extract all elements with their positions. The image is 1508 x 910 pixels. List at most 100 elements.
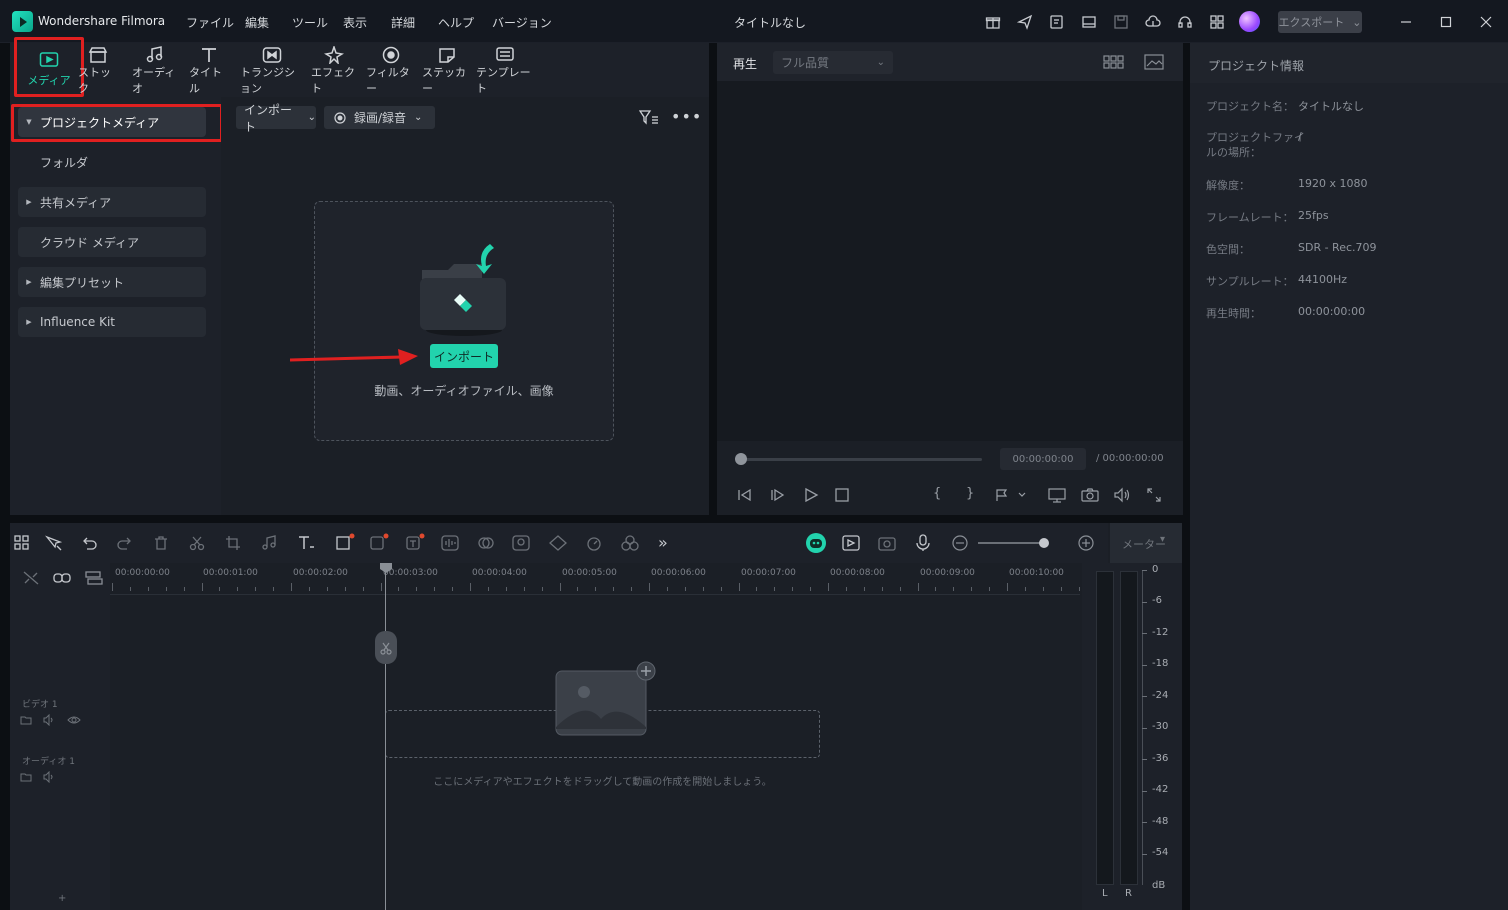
track-folder-icon[interactable] (20, 771, 32, 783)
track-mute-icon[interactable] (43, 771, 57, 783)
menu-edit[interactable]: 編集 (245, 14, 269, 31)
mask-icon[interactable] (477, 535, 495, 551)
tab-audio[interactable]: オーディオ (132, 46, 178, 95)
redo-icon[interactable] (117, 535, 133, 551)
delete-icon[interactable] (153, 535, 169, 551)
prev-frame-icon[interactable] (737, 487, 753, 503)
next-frame-icon[interactable] (770, 487, 786, 503)
playhead[interactable] (385, 563, 386, 910)
tab-sticker[interactable]: ステッカー (422, 46, 472, 95)
menu-version[interactable]: バージョン (492, 14, 552, 31)
playback-scrubber[interactable] (740, 458, 982, 461)
ruler-tick (792, 587, 794, 591)
record-dropdown[interactable]: 録画/録音 ⌄ (324, 106, 435, 129)
zoom-slider-handle[interactable] (1039, 538, 1049, 548)
tab-effect[interactable]: エフェクト (311, 46, 357, 95)
stop-icon[interactable] (834, 487, 850, 503)
camera-icon[interactable] (1081, 487, 1099, 503)
menu-advanced[interactable]: 詳細 (391, 14, 415, 31)
text-tool-icon[interactable] (297, 535, 315, 551)
snapshot-image-icon[interactable] (1144, 54, 1164, 70)
menu-tools[interactable]: ツール (292, 14, 328, 31)
tab-filter[interactable]: フィルター (366, 46, 416, 95)
sidebar-item-shared-media[interactable]: ▶ 共有メディア (18, 187, 206, 217)
clip-render-icon[interactable] (842, 535, 860, 551)
mark-out-icon[interactable]: } (966, 486, 974, 501)
tab-template[interactable]: テンプレート (476, 46, 534, 95)
more-options-icon[interactable]: ••• (671, 109, 702, 125)
import-button[interactable]: インポート (430, 344, 498, 368)
track-folder-icon[interactable] (20, 714, 32, 726)
minimize-icon[interactable] (1395, 11, 1417, 33)
screen-record-icon[interactable] (878, 535, 896, 551)
close-icon[interactable] (1475, 11, 1497, 33)
maximize-icon[interactable] (1435, 11, 1457, 33)
microphone-icon[interactable] (915, 534, 931, 552)
ai-effect-icon[interactable] (369, 533, 389, 551)
meter-tick (1142, 696, 1147, 697)
speed-icon[interactable] (585, 535, 603, 551)
quality-dropdown[interactable]: フル品質 ⌄ (773, 51, 893, 74)
filter-sort-icon[interactable] (639, 109, 659, 127)
meter-header[interactable]: メーター ▾ (1110, 523, 1182, 563)
play-icon[interactable] (803, 487, 819, 503)
keyframe-icon[interactable] (549, 535, 567, 551)
mark-in-icon[interactable]: { (933, 486, 941, 501)
sidebar-item-cloud-media[interactable]: クラウド メディア (18, 227, 206, 257)
send-icon[interactable] (1014, 11, 1036, 33)
display-icon[interactable] (1048, 487, 1066, 503)
document-title: タイトルなし (734, 16, 807, 30)
select-tool-icon[interactable] (45, 535, 63, 551)
tab-transition[interactable]: トランジション (240, 46, 304, 95)
crop-icon[interactable] (225, 535, 241, 551)
current-timecode[interactable]: 00:00:00:00 (1000, 448, 1086, 470)
tab-title[interactable]: タイトル (189, 46, 229, 95)
gift-icon[interactable] (982, 11, 1004, 33)
headset-icon[interactable] (1174, 11, 1196, 33)
marker-icon[interactable] (995, 488, 1027, 502)
apps-grid-icon[interactable] (1206, 11, 1228, 33)
zoom-out-icon[interactable] (952, 535, 968, 551)
ruler-tick (326, 587, 328, 591)
zoom-slider[interactable] (978, 542, 1048, 544)
audio-wave-icon[interactable] (441, 535, 459, 551)
menu-view[interactable]: 表示 (343, 14, 367, 31)
ruler-tick (631, 587, 633, 591)
tab-stock[interactable]: ストック (78, 46, 118, 95)
user-avatar[interactable] (1239, 11, 1260, 32)
ai-text-icon[interactable] (405, 533, 425, 551)
sidebar-item-folder[interactable]: フォルダ (18, 147, 206, 177)
track-mute-icon[interactable] (43, 714, 57, 726)
menu-help[interactable]: ヘルプ (438, 14, 474, 31)
scrubber-handle[interactable] (735, 453, 747, 465)
layout-grid-icon[interactable] (14, 535, 30, 551)
color-icon[interactable] (621, 535, 639, 551)
sidebar-item-influence-kit[interactable]: ▶ Influence Kit (18, 307, 206, 337)
grid-view-icon[interactable] (1103, 54, 1125, 70)
split-scissors-icon[interactable] (375, 631, 397, 664)
cut-scissors-icon[interactable] (189, 535, 205, 551)
more-tools-icon[interactable]: » (658, 533, 668, 552)
cloud-upload-icon[interactable] (1142, 11, 1164, 33)
volume-icon[interactable] (1113, 487, 1131, 503)
undo-icon[interactable] (81, 535, 97, 551)
meter-db-label: -54 (1152, 847, 1169, 858)
ai-assistant-icon[interactable] (806, 533, 826, 553)
fullscreen-icon[interactable] (1146, 487, 1162, 503)
import-dropdown[interactable]: インポート ⌄ (236, 103, 316, 134)
save-icon[interactable] (1110, 11, 1132, 33)
zoom-in-icon[interactable] (1078, 535, 1094, 551)
audio-edit-icon[interactable] (261, 535, 279, 551)
menu-file[interactable]: ファイル (186, 14, 234, 31)
sidebar-item-edit-presets[interactable]: ▶ 編集プリセット (18, 267, 206, 297)
export-button[interactable]: エクスポート ⌄ (1278, 11, 1362, 33)
ai-portrait-icon[interactable] (512, 535, 530, 551)
unlink-icon[interactable] (22, 570, 40, 586)
layout-icon[interactable] (1078, 11, 1100, 33)
link-icon[interactable] (53, 571, 71, 585)
crop-frame-icon[interactable] (335, 533, 355, 551)
track-manager-icon[interactable] (85, 570, 103, 586)
file-check-icon[interactable] (1046, 11, 1068, 33)
track-visibility-icon[interactable] (67, 714, 81, 726)
add-track-icon[interactable]: + (58, 893, 66, 904)
